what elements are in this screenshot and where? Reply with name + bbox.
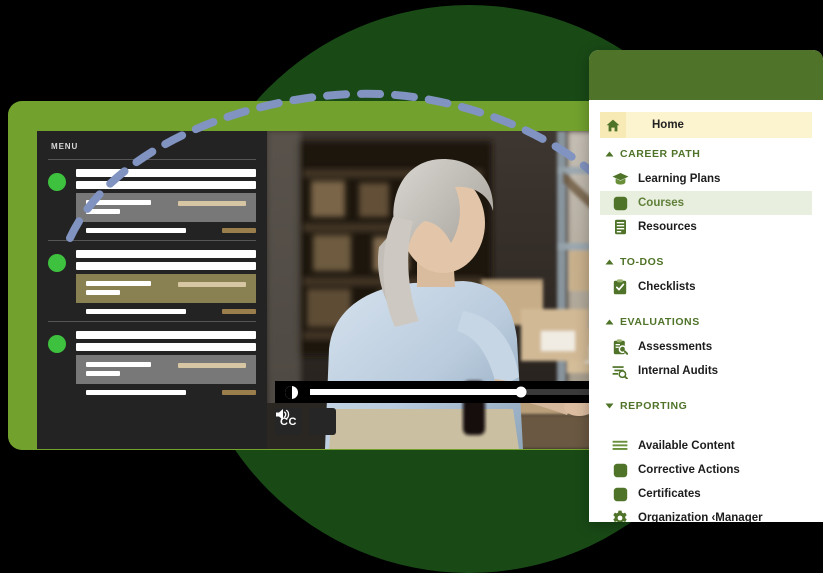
placeholder-bar (222, 309, 256, 314)
sidebar-section-career-path[interactable]: CAREER PATH (589, 143, 823, 165)
navigation-sidebar-card: Home CAREER PATH Learning Plans Courses … (589, 50, 823, 522)
sidebar-section-to-dos[interactable]: TO-DOS (589, 251, 823, 273)
sidebar-item-label: Assessments (638, 341, 713, 353)
placeholder-bar (76, 262, 256, 270)
sidebar-item-courses[interactable]: Courses (600, 191, 812, 215)
placeholder-bar (76, 250, 256, 258)
sidebar-item-internal-audits[interactable]: Internal Audits (600, 359, 812, 383)
home-icon (600, 112, 626, 138)
sidebar-section-label: CAREER PATH (620, 148, 701, 160)
placeholder-bar (86, 371, 120, 376)
sidebar-header-bar (589, 50, 823, 100)
sidebar-item-label: Available Content (638, 440, 735, 452)
sidebar-item-checklists[interactable]: Checklists (600, 275, 812, 299)
play-pause-icon[interactable] (285, 385, 298, 399)
placeholder-bar (76, 169, 256, 177)
placeholder-bar (86, 362, 151, 367)
app-window: MENU CC (37, 131, 670, 449)
caret-up-icon[interactable] (602, 319, 616, 325)
sidebar-item-available-content[interactable]: Available Content (600, 434, 812, 458)
sidebar-section-evaluations[interactable]: EVALUATIONS (589, 311, 823, 333)
status-dot-complete (48, 173, 66, 191)
menu-panel-title: MENU (51, 142, 79, 151)
sidebar-item-label: Certificates (638, 488, 701, 500)
sidebar-item-organization-manager[interactable]: Organization ‹Manager (600, 506, 812, 522)
list-search-icon (611, 364, 629, 379)
volume-button[interactable] (276, 408, 336, 435)
menu-divider (48, 159, 256, 160)
clipboard-check-icon (611, 279, 629, 295)
sidebar-item-label: Resources (638, 221, 697, 233)
gear-icon (611, 510, 629, 522)
video-progress-fill (310, 389, 522, 395)
square-filled-icon (611, 196, 629, 211)
menu-divider (48, 240, 256, 241)
placeholder-bar (86, 290, 120, 295)
menu-lesson-row[interactable] (76, 228, 256, 233)
menu-lesson-card[interactable] (76, 274, 256, 303)
sidebar-item-label: Internal Audits (638, 365, 719, 377)
sidebar-item-label: Corrective Actions (638, 464, 740, 476)
square-filled-icon (611, 463, 629, 478)
sidebar-item-certificates[interactable]: Certificates (600, 482, 812, 506)
placeholder-bar (76, 331, 256, 339)
video-progress-handle[interactable] (515, 386, 527, 398)
sidebar-section-reporting[interactable]: REPORTING (589, 395, 823, 417)
video-button-row: CC (275, 408, 336, 435)
placeholder-bar (222, 390, 256, 395)
menu-lesson-row[interactable] (76, 390, 256, 395)
sidebar-section-label: REPORTING (620, 400, 688, 412)
placeholder-bar (86, 200, 151, 205)
menu-lesson-card[interactable] (76, 355, 256, 384)
sidebar-item-label: Home (652, 119, 684, 131)
list-lines-icon (611, 440, 629, 453)
caret-up-icon[interactable] (602, 259, 616, 265)
menu-group[interactable] (48, 169, 256, 240)
placeholder-bar (86, 209, 120, 214)
menu-divider (48, 321, 256, 322)
square-filled-icon (611, 487, 629, 502)
placeholder-bar (76, 181, 256, 189)
menu-group[interactable] (48, 331, 256, 402)
caret-up-icon[interactable] (602, 151, 616, 157)
menu-group[interactable] (48, 250, 256, 321)
placeholder-bar (178, 282, 246, 287)
sidebar-item-corrective-actions[interactable]: Corrective Actions (600, 458, 812, 482)
graduation-cap-icon (611, 172, 629, 186)
menu-lesson-card[interactable] (76, 193, 256, 222)
sidebar-item-resources[interactable]: Resources (600, 215, 812, 239)
sidebar-item-learning-plans[interactable]: Learning Plans (600, 167, 812, 191)
sidebar-item-label: Checklists (638, 281, 696, 293)
book-icon (611, 219, 629, 235)
caret-down-icon[interactable] (602, 403, 616, 409)
sidebar-section-label: TO-DOS (620, 256, 664, 268)
status-dot-complete (48, 254, 66, 272)
clipboard-search-icon (611, 339, 629, 355)
placeholder-bar (178, 201, 246, 206)
placeholder-bar (76, 343, 256, 351)
volume-icon (276, 409, 290, 420)
placeholder-bar (86, 309, 187, 314)
sidebar-item-label: Courses (638, 197, 685, 209)
placeholder-bar (178, 363, 246, 368)
placeholder-bar (222, 228, 256, 233)
placeholder-bar (86, 390, 187, 395)
sidebar-item-label: Learning Plans (638, 173, 721, 185)
placeholder-bar (86, 281, 151, 286)
sidebar-item-home[interactable]: Home (600, 112, 812, 138)
placeholder-bar (86, 228, 187, 233)
sidebar-item-label: Organization ‹Manager (638, 512, 763, 522)
menu-lesson-row[interactable] (76, 309, 256, 314)
sidebar-nav-list: Home CAREER PATH Learning Plans Courses … (589, 100, 823, 522)
sidebar-section-label: EVALUATIONS (620, 316, 700, 328)
screenshot-stage: MENU CC Home CAREER PATH Learning Plans … (0, 0, 823, 573)
course-menu-panel: MENU (37, 131, 267, 449)
sidebar-item-assessments[interactable]: Assessments (600, 335, 812, 359)
status-dot-complete (48, 335, 66, 353)
